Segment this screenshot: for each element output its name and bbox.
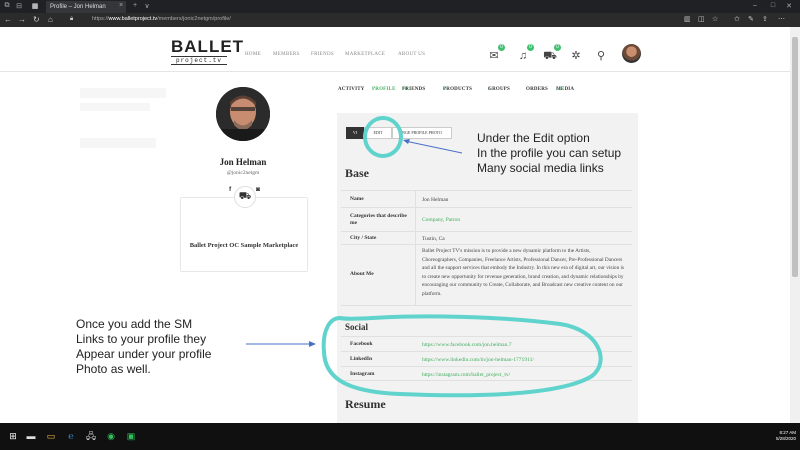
task-view-icon[interactable]: ▬ bbox=[26, 431, 36, 441]
annotation-line: Links to your profile they bbox=[76, 332, 207, 346]
social-arrow-head bbox=[309, 341, 316, 347]
screenshot-root: ⧉ ⊟ ▦ Profile – Jon Helman × + ∨ – □ ✕ ←… bbox=[0, 0, 800, 450]
social-annotation-text: Once you add the SM Links to your profil… bbox=[76, 317, 211, 377]
edit-annotation-text: Under the Edit option In the profile you… bbox=[477, 131, 621, 176]
taskbar-clock[interactable]: 8:27 AM 5/28/2020 bbox=[776, 430, 796, 442]
windows-start-icon[interactable]: ⊞ bbox=[8, 431, 18, 441]
edit-arrow-line bbox=[404, 140, 463, 154]
social-highlight-oval bbox=[321, 314, 603, 398]
annotation-line: Under the Edit option bbox=[477, 131, 590, 145]
annotation-line: In the profile you can setup bbox=[477, 146, 622, 160]
clock-date: 5/28/2020 bbox=[775, 436, 796, 441]
file-explorer-icon[interactable]: ▭ bbox=[46, 431, 56, 441]
taskbar: ⊞ ▬ ▭ ℮ 🖧︎ ◉ ▣ 8:27 AM 5/28/2020 bbox=[0, 423, 800, 450]
annotation-line: Many social media links bbox=[477, 161, 604, 175]
annotation-line: Once you add the SM bbox=[76, 317, 193, 331]
edge-browser-icon[interactable]: ℮ bbox=[66, 431, 76, 441]
annotation-overlay bbox=[246, 116, 603, 398]
network-icon[interactable]: 🖧︎ bbox=[86, 431, 96, 441]
annotation-line: Appear under your profile bbox=[76, 347, 212, 361]
xbox-icon[interactable]: ◉ bbox=[106, 431, 116, 441]
app-icon[interactable]: ▣ bbox=[126, 431, 136, 441]
edit-arrow-head bbox=[403, 139, 410, 144]
annotation-line: Photo as well. bbox=[76, 362, 151, 376]
edit-highlight-circle bbox=[363, 116, 403, 158]
